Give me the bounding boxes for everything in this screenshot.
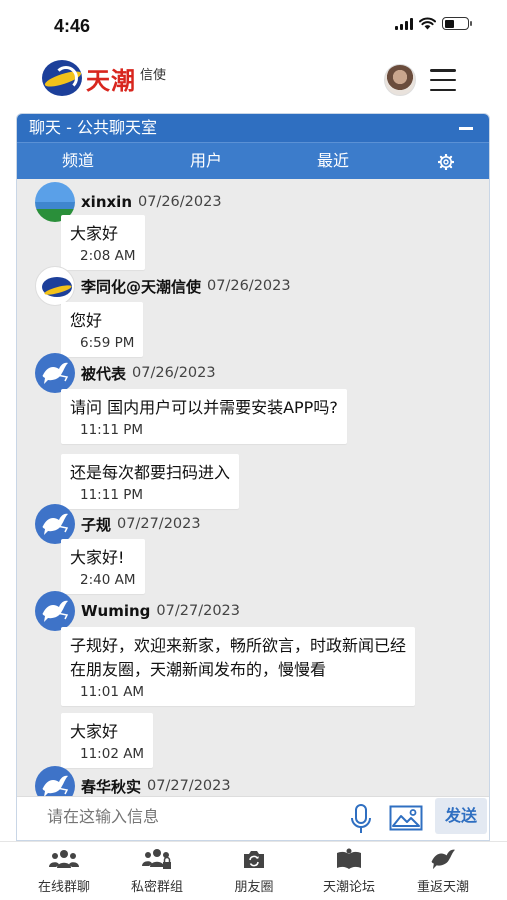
message-header: 李同化@天潮信使 07/26/2023	[35, 266, 291, 306]
message-author[interactable]: 春华秋实	[81, 776, 141, 797]
nav-label: 天潮论坛	[322, 880, 375, 895]
image-icon[interactable]	[389, 805, 423, 831]
bottom-nav: 在线群聊 私密群组 朋友圈 天潮论坛 重返天潮	[0, 841, 507, 900]
private-group-icon	[142, 849, 171, 869]
message-header: 子规 07/27/2023	[35, 504, 201, 544]
chat-panel-header: 聊天 - 公共聊天室	[17, 114, 489, 142]
message-time: 6:59 PM	[80, 335, 135, 351]
nav-label: 重返天潮	[416, 880, 469, 895]
message-bubble: 请问 国内用户可以并需要安装APP吗? 11:11 PM	[61, 389, 347, 444]
message-header: Wuming 07/27/2023	[35, 591, 240, 631]
group-chat-icon	[49, 850, 79, 868]
message-time: 11:02 AM	[80, 746, 145, 762]
nav-return-tianchao[interactable]: 重返天潮	[403, 848, 483, 895]
gear-icon[interactable]	[438, 154, 454, 170]
message-author[interactable]: 被代表	[81, 363, 126, 384]
minimize-icon[interactable]	[459, 127, 473, 130]
screen: 4:46 天潮 信使 聊天 - 公共聊天室 频道 用户 最近 xinxin 07…	[0, 0, 507, 900]
logo-text: 天潮	[86, 65, 136, 95]
message-author[interactable]: 李同化@天潮信使	[81, 276, 201, 297]
chat-panel: 聊天 - 公共聊天室 频道 用户 最近 xinxin 07/26/2023 大家…	[16, 113, 490, 841]
message-bubble: 大家好 2:08 AM	[61, 215, 145, 270]
message-bubble: 大家好 11:02 AM	[61, 713, 154, 768]
microphone-icon[interactable]	[349, 803, 373, 835]
tab-recent[interactable]: 最近	[317, 143, 349, 180]
status-time: 4:46	[54, 16, 91, 36]
message-text-line: 子规好，欢迎来新家，畅所欲言，时政新闻已经	[70, 636, 407, 655]
message-date: 07/27/2023	[117, 516, 201, 532]
wifi-icon	[419, 17, 436, 30]
tab-channels[interactable]: 频道	[62, 143, 94, 180]
message-text: 大家好	[70, 224, 119, 243]
send-button[interactable]: 发送	[435, 798, 487, 834]
dove-avatar[interactable]	[35, 353, 75, 393]
cellular-signal-icon	[395, 17, 413, 30]
message-bubble: 您好 6:59 PM	[61, 302, 144, 357]
nav-label: 在线群聊	[37, 880, 90, 895]
message-time: 11:11 PM	[80, 422, 143, 438]
dove-icon	[42, 775, 69, 796]
message-bubble: 大家好! 2:40 AM	[61, 539, 145, 594]
message-date: 07/27/2023	[147, 778, 231, 794]
nav-moments[interactable]: 朋友圈	[214, 848, 294, 895]
chat-tabs: 频道 用户 最近	[17, 142, 489, 179]
message-time: 11:11 PM	[80, 487, 143, 503]
dove-avatar[interactable]	[35, 504, 75, 544]
dove-icon	[42, 513, 69, 535]
tianchao-logo-avatar[interactable]	[35, 266, 75, 306]
message-author[interactable]: xinxin	[81, 193, 132, 211]
message-text: 您好	[70, 311, 103, 330]
message-header: 被代表 07/26/2023	[35, 353, 216, 393]
dove-icon	[42, 600, 69, 622]
message-text-line: 在朋友圈，天潮新闻发布的，慢慢看	[70, 660, 327, 679]
message-author[interactable]: 子规	[81, 514, 111, 535]
message-time: 2:08 AM	[80, 248, 136, 264]
message-date: 07/26/2023	[138, 194, 222, 210]
message-composer: 发送	[17, 796, 489, 840]
message-list[interactable]: xinxin 07/26/2023 大家好 2:08 AM 李同化@天潮信使 0…	[17, 179, 489, 796]
app-logo[interactable]: 天潮 信使	[42, 60, 166, 96]
message-text: 还是每次都要扫码进入	[70, 463, 231, 482]
message-header: 春华秋实 07/27/2023	[35, 766, 231, 796]
hamburger-menu-icon[interactable]	[430, 69, 456, 91]
message-input[interactable]	[47, 803, 337, 831]
nav-group-chat[interactable]: 在线群聊	[24, 848, 104, 895]
message-text: 大家好	[70, 722, 119, 741]
logo-subtext: 信使	[140, 67, 167, 83]
moments-camera-icon	[244, 851, 264, 868]
app-header: 天潮 信使	[0, 52, 507, 110]
status-bar: 4:46	[0, 0, 507, 52]
chat-panel-title: 聊天 - 公共聊天室	[29, 118, 157, 137]
status-icons	[395, 17, 472, 30]
nav-forum[interactable]: 天潮论坛	[309, 848, 389, 895]
message-text: 大家好!	[70, 548, 125, 567]
nav-label: 朋友圈	[234, 880, 274, 895]
message-date: 07/26/2023	[207, 278, 291, 294]
message-date: 07/26/2023	[132, 365, 216, 381]
forum-book-icon	[337, 848, 361, 869]
dove-icon	[431, 849, 455, 870]
message-bubble: 还是每次都要扫码进入 11:11 PM	[61, 454, 240, 509]
message-time: 2:40 AM	[80, 572, 136, 588]
message-time: 11:01 AM	[80, 684, 145, 700]
message-bubble: 子规好，欢迎来新家，畅所欲言，时政新闻已经 在朋友圈，天潮新闻发布的，慢慢看 1…	[61, 627, 416, 706]
user-avatar[interactable]	[384, 64, 416, 96]
tianchao-logo-icon	[42, 60, 82, 96]
dove-avatar[interactable]	[35, 766, 75, 796]
battery-icon	[442, 17, 472, 30]
dove-icon	[42, 362, 69, 384]
message-text: 请问 国内用户可以并需要安装APP吗?	[70, 398, 338, 417]
message-author[interactable]: Wuming	[81, 602, 150, 620]
nav-private-group[interactable]: 私密群组	[117, 848, 197, 895]
dove-avatar[interactable]	[35, 591, 75, 631]
tab-users[interactable]: 用户	[190, 143, 222, 180]
message-date: 07/27/2023	[156, 603, 240, 619]
nav-label: 私密群组	[130, 880, 183, 895]
